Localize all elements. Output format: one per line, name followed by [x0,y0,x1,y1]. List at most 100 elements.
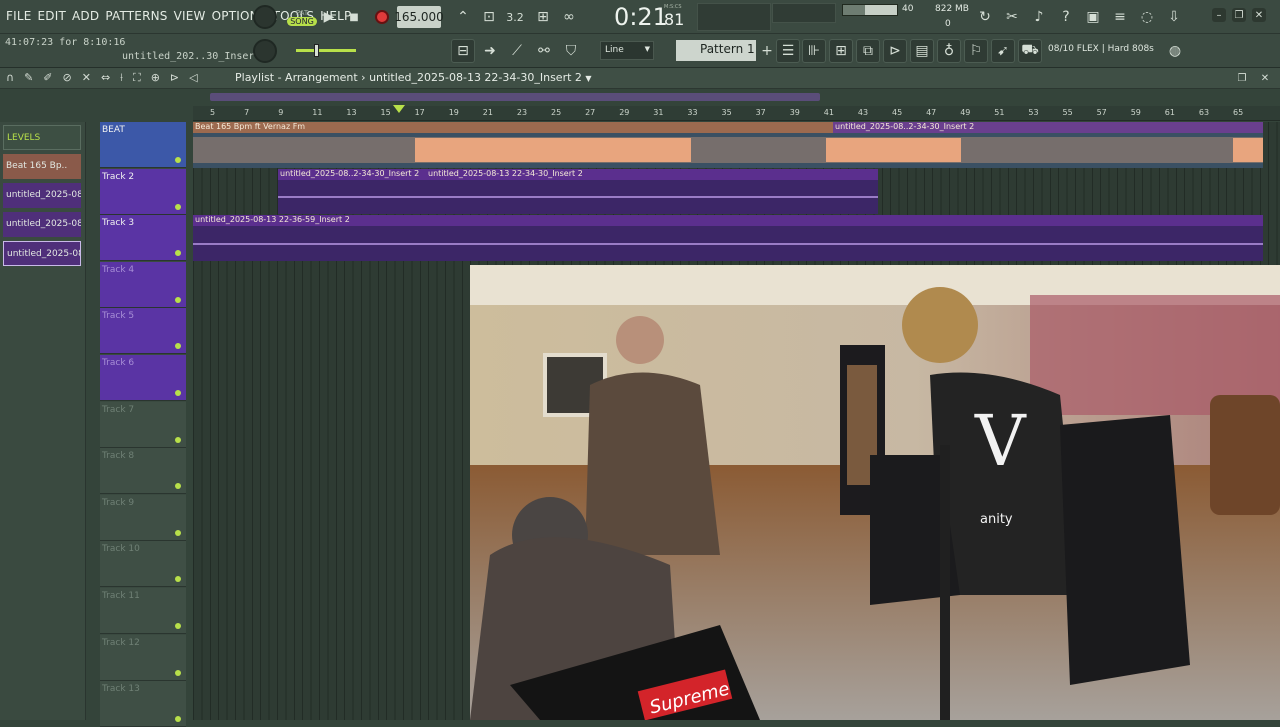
track-header[interactable]: Track 12 [100,634,186,681]
menu-file[interactable]: FILE [6,9,32,23]
pencil-icon[interactable]: ✎ [24,71,33,85]
track-header[interactable]: Track 4 [100,261,186,308]
loop-record-icon[interactable]: ∞ [557,5,581,29]
track-enable-led[interactable] [175,250,181,257]
magnet-icon[interactable]: ∩ [6,71,14,85]
track-enable-led[interactable] [175,390,181,396]
mute-icon[interactable]: ✕ [82,71,91,85]
wait-input-icon[interactable]: ⊡ [477,5,501,29]
globe-icon[interactable]: ◍ [1163,39,1187,63]
slice-icon[interactable]: ⟊ [120,71,123,85]
track-header[interactable]: Track 13 [100,681,186,727]
track-enable-led[interactable] [175,343,181,350]
track-enable-led[interactable] [175,716,181,723]
volume-slider[interactable] [296,44,356,57]
paint-icon[interactable]: ✐ [43,71,52,85]
playback-icon[interactable]: ⊳ [170,71,179,85]
zoom-icon[interactable]: ⊕ [151,71,160,85]
restore-icon[interactable]: ❐ [1232,8,1246,22]
channel-rack-icon[interactable]: ⊪ [802,39,826,63]
playlist-restore-icon[interactable]: ❐ [1230,66,1254,90]
track-header[interactable]: Track 3 [100,215,186,262]
play-button[interactable]: ▶ [317,5,341,29]
track-header[interactable]: BEAT [100,122,186,168]
master-volume-knob[interactable] [253,5,277,29]
track-header[interactable]: Track 5 [100,308,186,355]
step-edit-icon[interactable]: ⊞ [531,5,555,29]
brush-icon[interactable]: ⟋ [505,39,529,63]
record-button[interactable] [370,5,394,29]
playlist-icon[interactable]: ☰ [776,39,800,63]
track-enable-led[interactable] [175,203,181,210]
browser-item-insert-b[interactable]: untitled_2025-08.. [3,212,81,237]
time-display[interactable]: 0:21 [612,3,670,31]
beat-clip-b[interactable]: untitled_2025-08..2-34-30_Insert 2 [833,122,1263,133]
cut-icon[interactable]: ✂ [1000,5,1024,29]
track-enable-led[interactable] [175,623,181,629]
menu-view[interactable]: VIEW [174,9,206,23]
plugin-icon[interactable]: ♁ [937,39,961,63]
tempo-tap-icon[interactable]: ⚐ [964,39,988,63]
stamp-icon[interactable]: ⛉ [559,39,583,63]
link-icon[interactable]: ⚯ [532,39,556,63]
levels-header[interactable]: LEVELS [3,125,81,150]
browser-icon[interactable]: ▤ [910,39,934,63]
menu-add[interactable]: ADD [72,9,99,23]
save-icon[interactable]: ▣ [1081,5,1105,29]
step-seq-icon[interactable]: ⊞ [829,39,853,63]
close-icon[interactable]: ✕ [1252,8,1266,22]
render-icon[interactable]: ➹ [991,39,1015,63]
countdown-icon[interactable]: 3.2 [503,5,527,29]
arrangement-name[interactable]: untitled_2025-08-13 22-34-30_Insert 2 [369,71,582,84]
playhead-marker[interactable] [393,105,405,113]
minimize-icon[interactable]: – [1212,8,1226,22]
track2-clip[interactable]: untitled_2025-08..2-34-30_Insert 2 untit… [278,169,878,214]
chevron-down-icon[interactable]: ▼ [585,74,591,83]
track-header[interactable]: Track 8 [100,448,186,495]
track-header[interactable]: Track 7 [100,401,186,448]
track-enable-led[interactable] [175,669,181,676]
track-header[interactable]: Track 9 [100,494,186,541]
browser-item-beat[interactable]: Beat 165 Bp.. [3,154,81,179]
track-header[interactable]: Track 11 [100,588,186,634]
store-icon[interactable]: ⛟ [1018,39,1042,63]
pattern-selector[interactable]: Pattern 1 [676,40,756,61]
track-enable-led[interactable] [175,529,181,536]
snap-select[interactable]: Line ▼ [600,41,654,60]
playlist-close-icon[interactable]: ✕ [1253,66,1277,90]
browser-item-insert-a[interactable]: untitled_2025-08.. [3,183,81,208]
help-icon[interactable]: ? [1054,5,1078,29]
tempo-display[interactable]: 165.000 [394,6,444,28]
select-icon[interactable]: ⛶ [133,71,141,85]
menu-edit[interactable]: EDIT [38,9,67,23]
speaker-icon[interactable]: ◁ [189,71,197,85]
master-pitch-knob[interactable] [253,39,277,63]
stop-button[interactable]: ■ [342,5,366,29]
track-header[interactable]: Track 2 [100,168,186,215]
slip-icon[interactable]: ⇔ [101,71,110,85]
mixer-view-icon[interactable]: ⧉ [856,39,880,63]
track-header[interactable]: Track 10 [100,541,186,588]
mixer-icon[interactable]: ≡ [1108,5,1132,29]
browser-item-insert-c[interactable]: untitled_2025-08.. [3,241,81,266]
timeline-ruler[interactable]: 5 7 9 11 13 15 17 19 21 23 25 27 29 31 33 35 37 39 41 43 45 4… [193,106,1280,121]
track3-clip[interactable]: untitled_2025-08-13 22-36-59_Insert 2 [193,215,1263,261]
track-enable-led[interactable] [175,296,181,303]
delete-icon[interactable]: ⊘ [63,71,72,85]
track-enable-led[interactable] [175,483,181,490]
download-icon[interactable]: ⇩ [1162,5,1186,29]
chat-icon[interactable]: ◌ [1135,5,1159,29]
horizontal-scrollbar[interactable] [210,93,820,101]
track-enable-led[interactable] [175,157,181,163]
undo-icon[interactable]: ↻ [973,5,997,29]
pat-song-toggle[interactable]: PAT SONG [287,5,317,29]
routing-icon[interactable]: ⊳ [883,39,907,63]
track-header[interactable]: Track 6 [100,355,186,401]
menu-patterns[interactable]: PATTERNS [105,9,167,23]
microphone-icon[interactable]: ♪ [1027,5,1051,29]
metronome-icon[interactable]: ⌃ [451,5,475,29]
arrow-icon[interactable]: ➜ [478,39,502,63]
piano-roll-icon[interactable]: ⊟ [451,39,475,63]
track-enable-led[interactable] [175,576,181,583]
track-enable-led[interactable] [175,436,181,443]
